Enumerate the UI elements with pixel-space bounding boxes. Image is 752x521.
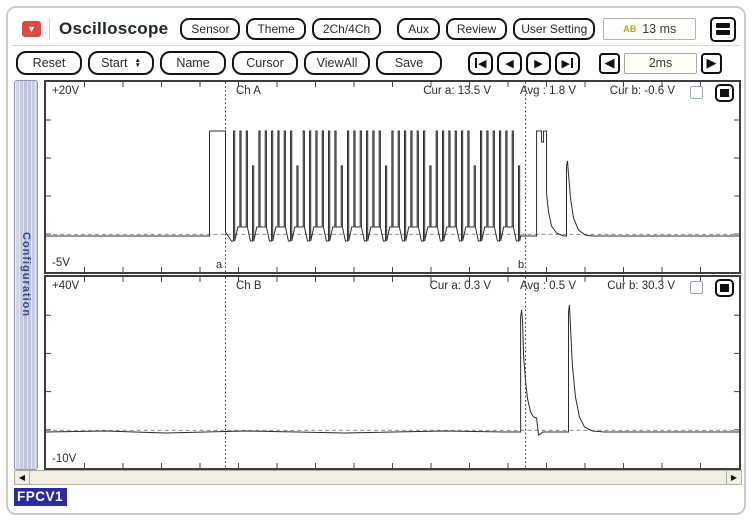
status-bar: FPCV1 <box>14 487 68 507</box>
channel-b-checkbox[interactable] <box>690 281 703 294</box>
channel-b-cursor-b-readout: Cur b: 30.3 V <box>607 280 675 292</box>
scroll-right-button[interactable]: ▶ <box>726 471 741 484</box>
app-frame: ▼ Oscilloscope Sensor Theme 2Ch/4Ch Aux … <box>6 6 746 515</box>
cursor-a-tag[interactable]: a <box>216 259 222 271</box>
first-record-button[interactable]: ◀ <box>468 51 493 75</box>
channel-a-plot[interactable]: +20V -5V Ch A Cur a: 13.5 V Avg : 1.8 V … <box>44 80 741 274</box>
channel-a-cursor-a-readout: Cur a: 13.5 V <box>423 85 491 97</box>
timebase-value: 2ms <box>624 52 697 74</box>
page-title: Oscilloscope <box>59 19 169 38</box>
oscilloscope-window: ▼ Oscilloscope Sensor Theme 2Ch/4Ch Aux … <box>0 0 752 521</box>
timebase-group: ◀ 2ms ▶ <box>599 52 722 74</box>
cursor-button[interactable]: Cursor <box>232 51 298 75</box>
filled-square-icon <box>720 89 729 97</box>
first-icon <box>474 58 478 68</box>
sensor-button[interactable]: Sensor <box>180 18 241 40</box>
channel-a-display-button[interactable] <box>715 84 734 102</box>
channel-b-cursor-a-readout: Cur a: 0.3 V <box>429 280 491 292</box>
app-menu-icon[interactable]: ▼ <box>22 21 41 37</box>
channel-b-display-button[interactable] <box>715 279 734 297</box>
menu-bar-icon <box>716 23 730 28</box>
channel-mode-button[interactable]: 2Ch/4Ch <box>311 18 382 40</box>
user-setting-button[interactable]: User Setting <box>513 18 596 40</box>
filled-square-icon <box>720 284 729 292</box>
cursor-delta-time-display: AB 13 ms <box>603 18 697 40</box>
channel-a-name: Ch A <box>236 85 261 97</box>
theme-button[interactable]: Theme <box>246 18 306 40</box>
channel-b-waveform <box>46 277 739 468</box>
menu-bar-icon <box>716 30 730 35</box>
configuration-tab-label: Configuration <box>20 232 32 318</box>
channel-a-waveform <box>46 82 739 272</box>
review-button[interactable]: Review <box>445 18 508 40</box>
next-record-button[interactable]: ▶ <box>526 51 551 75</box>
reset-button[interactable]: Reset <box>16 51 82 75</box>
toolbar-second: Reset Start ▲ ▼ Name Cursor ViewAll Save … <box>16 48 736 78</box>
channel-b-vmax-label: +40V <box>52 280 80 292</box>
timebase-decrease-button[interactable]: ◀ <box>599 52 620 74</box>
channel-a-vmin-label: -5V <box>52 257 70 269</box>
toolbar-top: ▼ Oscilloscope Sensor Theme 2Ch/4Ch Aux … <box>16 14 736 44</box>
channel-a-vmax-label: +20V <box>52 85 80 97</box>
horizontal-scrollbar[interactable]: ◀ ▶ <box>14 470 742 485</box>
channel-a-cursor-b-readout: Cur b: -0.6 V <box>609 85 675 97</box>
delta-time-value: 13 ms <box>642 22 677 36</box>
last-icon <box>570 58 574 68</box>
scroll-left-button[interactable]: ◀ <box>15 471 30 484</box>
divider <box>49 18 50 40</box>
record-nav-group: ◀ ◀ ▶ ▶ <box>468 51 580 75</box>
cursor-b-tag[interactable]: b <box>518 259 524 271</box>
channel-b-vmin-label: -10V <box>52 453 77 465</box>
viewall-button[interactable]: ViewAll <box>304 51 370 75</box>
scrollbar-track[interactable] <box>30 471 726 484</box>
timebase-increase-button[interactable]: ▶ <box>701 52 722 74</box>
delta-ab-icon: AB <box>623 24 637 34</box>
channel-b-avg-readout: Avg : 0.5 V <box>519 280 576 292</box>
prev-record-button[interactable]: ◀ <box>497 51 522 75</box>
channel-b-name: Ch B <box>236 280 262 292</box>
toolbar-divider <box>12 45 740 46</box>
channel-b-plot[interactable]: +40V -10V Ch B Cur a: 0.3 V Avg : 0.5 V … <box>44 275 741 470</box>
file-name-label[interactable]: FPCV1 <box>14 488 68 506</box>
panel-toggle-button[interactable] <box>710 16 736 42</box>
name-button[interactable]: Name <box>160 51 226 75</box>
start-spinner-icon[interactable]: ▲ ▼ <box>134 57 140 69</box>
channel-a-avg-readout: Avg : 1.8 V <box>519 85 576 97</box>
channel-a-checkbox[interactable] <box>690 86 703 99</box>
start-button[interactable]: Start ▲ ▼ <box>88 51 154 75</box>
configuration-tab[interactable]: Configuration <box>14 80 38 470</box>
aux-button[interactable]: Aux <box>397 18 440 40</box>
save-button[interactable]: Save <box>376 51 442 75</box>
last-record-button[interactable]: ▶ <box>555 51 580 75</box>
